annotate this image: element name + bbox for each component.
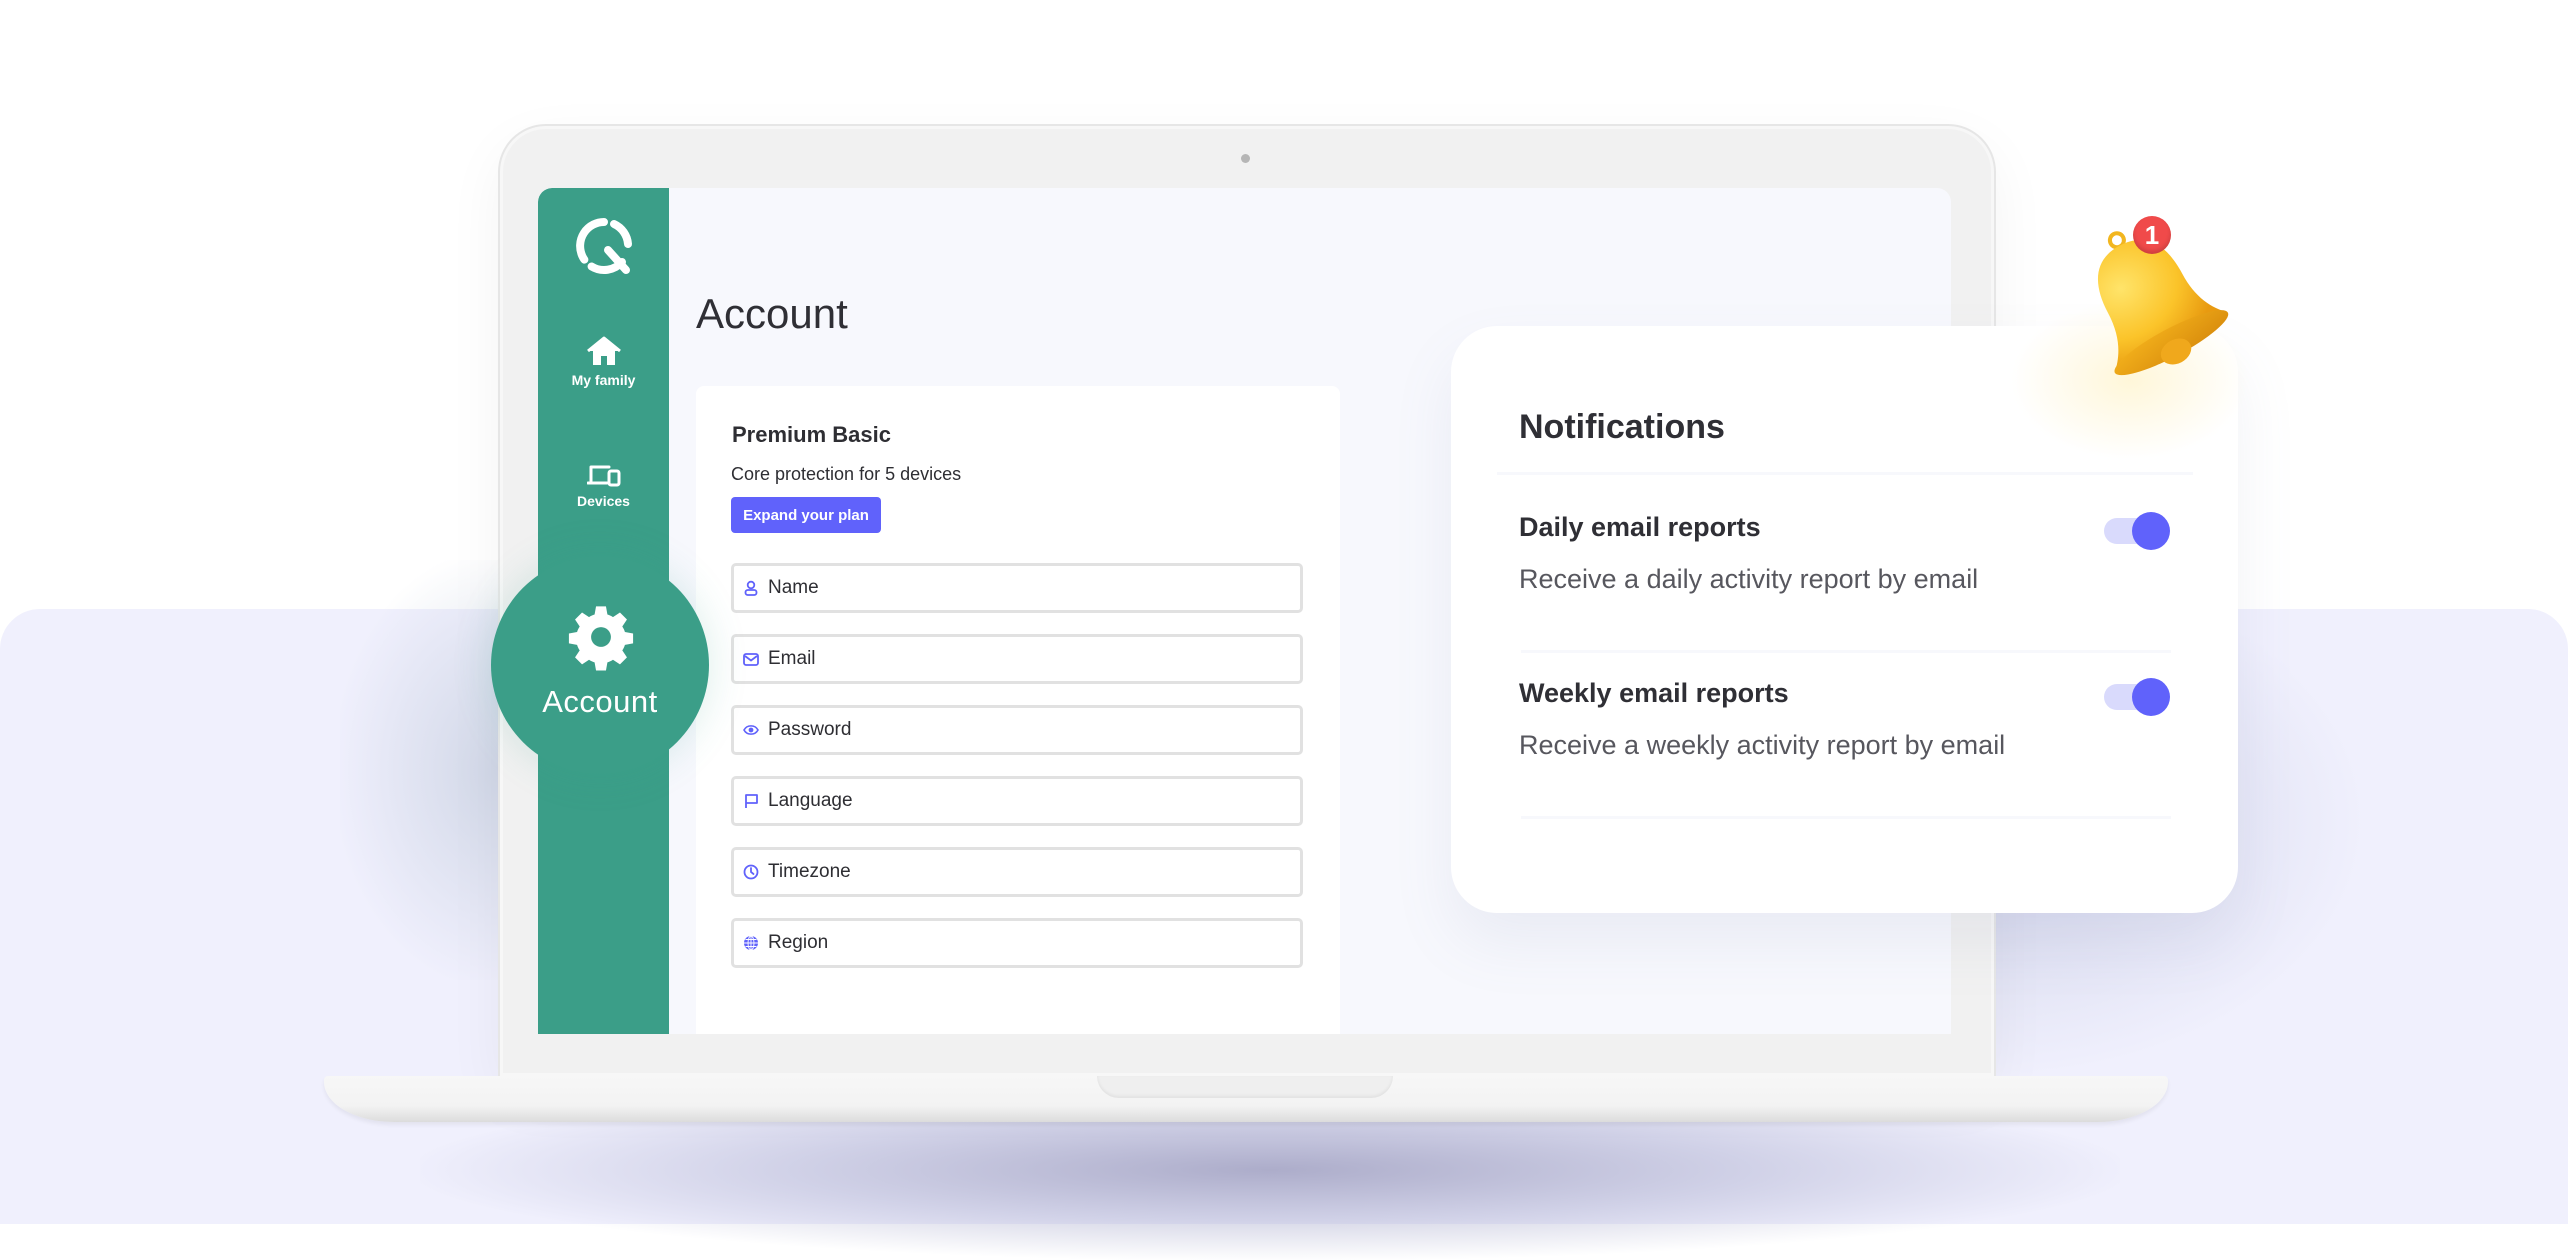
q-logo-icon[interactable]: [574, 216, 634, 276]
password-field[interactable]: [731, 705, 1303, 755]
daily-reports-description: Receive a daily activity report by email: [1519, 564, 1979, 594]
divider: [1497, 472, 2193, 475]
region-field[interactable]: [731, 918, 1303, 968]
divider: [1521, 650, 2171, 653]
home-icon: [586, 336, 621, 365]
email-input[interactable]: [768, 648, 1288, 670]
daily-reports-title: Daily email reports: [1519, 512, 1761, 542]
weekly-reports-description: Receive a weekly activity report by emai…: [1519, 730, 2006, 760]
sidebar-item-label: My family: [571, 372, 636, 388]
divider: [1521, 816, 2171, 819]
sidebar-item-my-family[interactable]: My family: [538, 336, 669, 388]
laptop-notch: [1097, 1076, 1393, 1098]
language-input[interactable]: [768, 790, 1288, 812]
language-field[interactable]: [731, 776, 1303, 826]
notification-badge: 1: [2133, 216, 2171, 254]
flag-icon: [742, 792, 760, 810]
camera-dot: [1241, 154, 1250, 163]
sidebar-item-devices[interactable]: Devices: [538, 463, 669, 509]
toggle-knob: [2132, 678, 2170, 716]
email-field[interactable]: [731, 634, 1303, 684]
sidebar-item-label: Account: [542, 684, 658, 719]
globe-icon: [742, 934, 760, 952]
daily-reports-toggle[interactable]: [2104, 512, 2170, 550]
name-field[interactable]: [731, 563, 1303, 613]
timezone-field[interactable]: [731, 847, 1303, 897]
user-icon: [742, 579, 760, 597]
plan-name: Premium Basic: [732, 422, 891, 447]
weekly-reports-toggle[interactable]: [2104, 678, 2170, 716]
clock-icon: [742, 863, 760, 881]
password-input[interactable]: [768, 719, 1288, 741]
devices-icon: [586, 465, 620, 487]
name-input[interactable]: [768, 577, 1288, 599]
notifications-title: Notifications: [1519, 408, 1725, 446]
sidebar-item-account[interactable]: Account: [491, 556, 709, 774]
shadow: [340, 560, 500, 980]
region-input[interactable]: [768, 932, 1288, 954]
toggle-knob: [2132, 512, 2170, 550]
page-title: Account: [696, 290, 848, 337]
eye-icon: [742, 721, 760, 739]
weekly-reports-title: Weekly email reports: [1519, 678, 1789, 708]
expand-plan-button[interactable]: Expand your plan: [731, 497, 881, 533]
mail-icon: [742, 650, 760, 668]
sidebar-item-label: Devices: [577, 493, 630, 509]
account-card: Premium Basic Core protection for 5 devi…: [696, 386, 1340, 1034]
plan-description: Core protection for 5 devices: [731, 464, 962, 484]
timezone-input[interactable]: [768, 861, 1288, 883]
gear-icon: [568, 606, 634, 671]
